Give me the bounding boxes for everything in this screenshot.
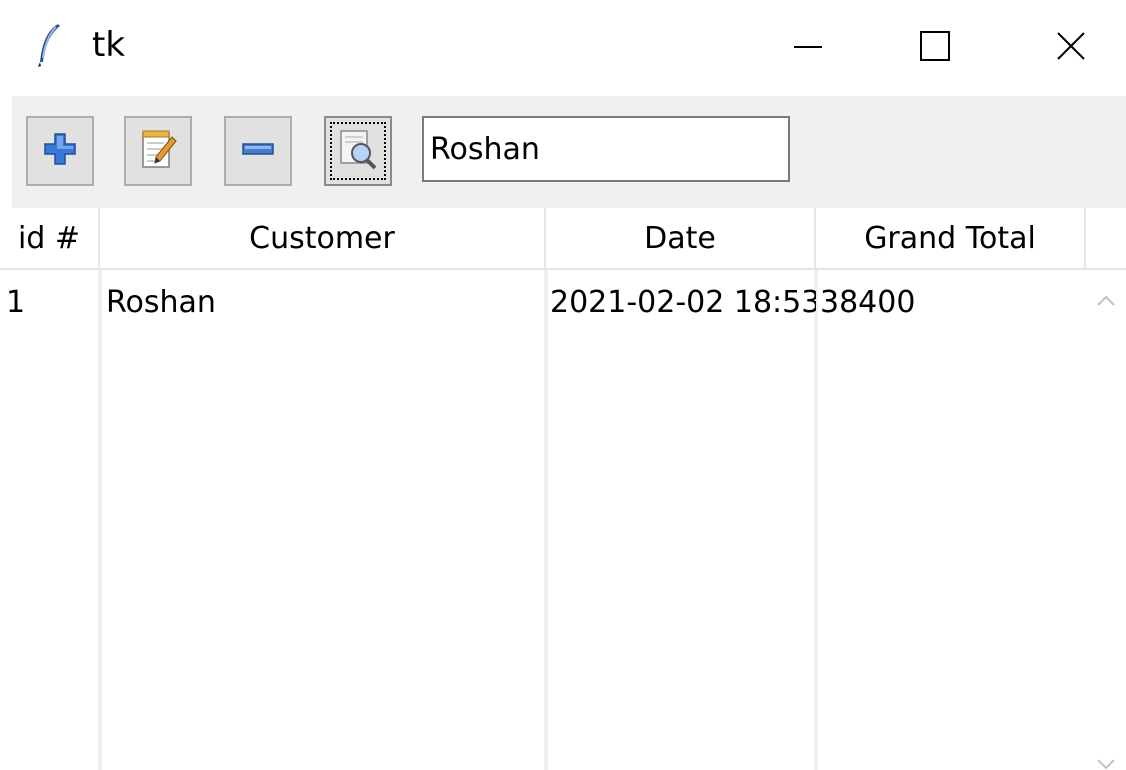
column-divider xyxy=(98,270,102,770)
maximize-icon xyxy=(920,31,950,61)
column-divider xyxy=(814,270,818,770)
vertical-scrollbar[interactable] xyxy=(1086,270,1126,770)
remove-button[interactable] xyxy=(224,116,292,186)
column-header-grand-total[interactable]: Grand Total xyxy=(816,208,1086,268)
minimize-icon xyxy=(793,31,823,61)
maximize-button[interactable] xyxy=(880,0,990,92)
add-button[interactable] xyxy=(26,116,94,186)
cell-grand-total: 38400 xyxy=(820,285,916,320)
feather-icon xyxy=(34,22,64,68)
minimize-button[interactable] xyxy=(753,0,863,92)
plus-icon xyxy=(42,131,78,171)
close-icon xyxy=(1056,31,1086,61)
table-row[interactable]: 1 Roshan 2021-02-02 18:53: 38400 xyxy=(0,280,1086,326)
column-header-customer[interactable]: Customer xyxy=(100,208,546,268)
cell-customer: Roshan xyxy=(106,285,216,320)
search-button[interactable] xyxy=(324,116,392,186)
scroll-up-arrow-icon[interactable] xyxy=(1092,286,1120,314)
cell-id: 1 xyxy=(6,285,26,320)
scroll-down-arrow-icon[interactable] xyxy=(1092,754,1120,770)
app-window: tk Roshan id # Customer Date Grand Total… xyxy=(0,0,1126,770)
focus-ring xyxy=(330,122,386,180)
minus-icon xyxy=(240,131,276,171)
close-button[interactable] xyxy=(1016,0,1126,92)
title-bar[interactable]: tk xyxy=(0,0,1126,92)
column-header-id[interactable]: id # xyxy=(0,208,100,268)
table-header: id # Customer Date Grand Total xyxy=(0,208,1126,270)
edit-button[interactable] xyxy=(124,116,192,186)
column-divider xyxy=(544,270,548,770)
notepad-edit-icon xyxy=(138,127,178,175)
toolbar xyxy=(12,96,1126,208)
cell-date: 2021-02-02 18:53: xyxy=(550,285,816,320)
table-body[interactable]: 1 Roshan 2021-02-02 18:53: 38400 xyxy=(0,270,1086,770)
window-title: tk xyxy=(92,25,126,65)
column-header-date[interactable]: Date xyxy=(546,208,816,268)
column-header-filler xyxy=(1086,208,1126,268)
search-input[interactable] xyxy=(422,116,790,182)
